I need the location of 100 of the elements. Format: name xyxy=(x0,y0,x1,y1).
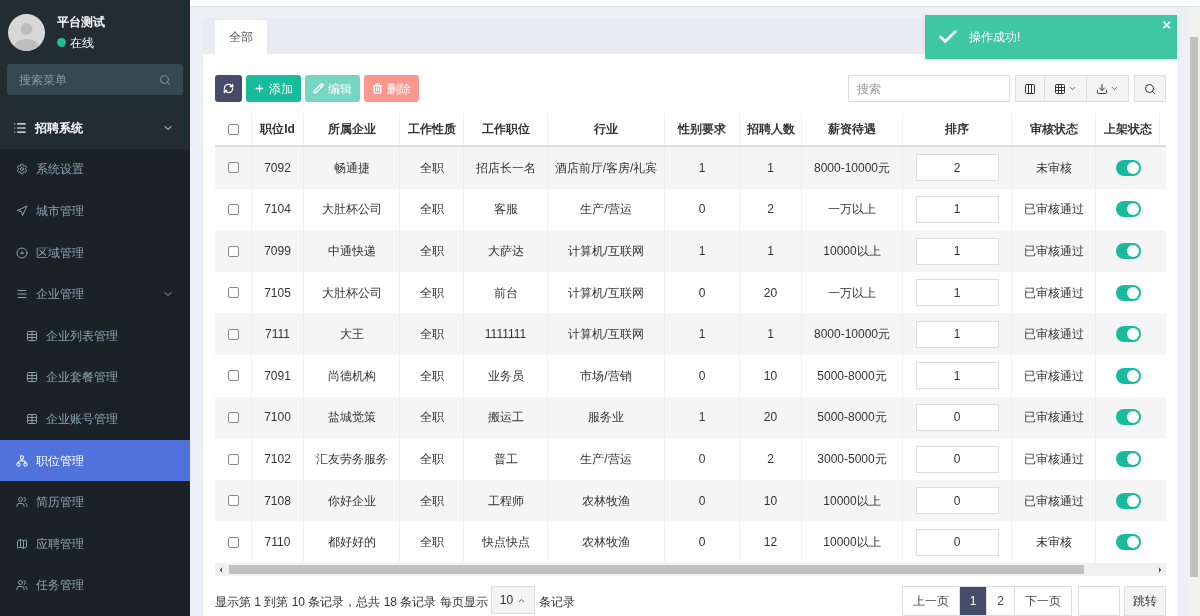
menu-icon xyxy=(16,288,28,301)
row-checkbox[interactable] xyxy=(227,495,239,507)
map-icon xyxy=(16,537,28,550)
column-header: 薪资待遇 xyxy=(802,113,903,146)
sort-field[interactable]: 0 xyxy=(915,403,999,431)
sort-field[interactable]: 1 xyxy=(915,362,999,390)
sort-field[interactable]: 1 xyxy=(915,279,999,307)
tab[interactable]: 全部 xyxy=(215,20,267,55)
trash-icon xyxy=(372,83,383,95)
table-cell: 7092 xyxy=(252,147,304,189)
columns-icon xyxy=(1024,82,1036,95)
table-cell: 1 xyxy=(665,147,740,189)
jump-button[interactable]: 跳转 xyxy=(1124,586,1166,616)
records-summary: 条记录 xyxy=(539,594,576,611)
row-checkbox[interactable] xyxy=(227,245,239,257)
sort-field[interactable]: 0 xyxy=(915,487,999,515)
table-cell: 7099 xyxy=(252,230,304,272)
page-jump-field[interactable] xyxy=(1078,586,1120,616)
status-switch[interactable] xyxy=(1115,201,1141,218)
refresh-icon xyxy=(223,83,234,95)
menu-item[interactable]: 应聘管理 xyxy=(0,522,190,565)
sort-field[interactable]: 1 xyxy=(915,237,999,265)
sort-field[interactable]: 0 xyxy=(915,445,999,473)
menu-item[interactable]: 城市管理 xyxy=(0,190,190,232)
vertical-scrollbar[interactable] xyxy=(1188,7,1200,616)
table-icon xyxy=(26,329,38,342)
status-switch[interactable] xyxy=(1115,367,1141,384)
users-icon xyxy=(16,579,28,592)
status-switch[interactable] xyxy=(1115,451,1141,467)
menu-item[interactable]: 系统设置 xyxy=(0,148,190,191)
page-size-dropdown[interactable]: 10 xyxy=(490,586,536,614)
sort-field[interactable]: 1 xyxy=(915,195,999,223)
sort-field[interactable]: 0 xyxy=(915,528,999,556)
table-cell: 已审核通过 xyxy=(1012,438,1096,480)
toggle-view-button[interactable] xyxy=(1015,75,1045,103)
horizontal-scrollbar[interactable] xyxy=(215,563,1166,576)
row-checkbox[interactable] xyxy=(227,328,239,340)
row-checkbox[interactable] xyxy=(227,203,239,215)
status-switch[interactable] xyxy=(1115,284,1141,301)
menu-search-field[interactable]: 搜索菜单 xyxy=(7,64,183,95)
menu-item[interactable]: 职位管理 xyxy=(0,439,190,482)
menu-item[interactable]: 企业列表管理 xyxy=(0,314,190,357)
columns-dropdown-button[interactable] xyxy=(1045,75,1087,103)
menu-item[interactable]: 区域管理 xyxy=(0,231,190,274)
gears-icon xyxy=(16,163,28,176)
column-header: 审核状态 xyxy=(1012,113,1096,146)
row-checkbox[interactable] xyxy=(227,453,239,465)
refresh-button[interactable] xyxy=(215,75,242,103)
status-switch[interactable] xyxy=(1115,159,1141,176)
menu-item[interactable]: 简历管理 xyxy=(0,481,190,523)
menu-item[interactable]: 企业管理 xyxy=(0,273,190,315)
row-checkbox[interactable] xyxy=(227,411,239,423)
sitemap-icon xyxy=(16,454,28,467)
table-cell: 1 xyxy=(740,147,802,189)
page-button[interactable]: 上一页 xyxy=(901,586,960,616)
toast-message: 操作成功! xyxy=(969,29,1022,46)
table-cell: 1 xyxy=(740,230,802,272)
column-header: 工作性质 xyxy=(400,113,464,146)
search-icon xyxy=(159,74,171,86)
row-checkbox[interactable] xyxy=(227,162,239,174)
search-button[interactable] xyxy=(1134,75,1166,103)
status-switch[interactable] xyxy=(1115,492,1141,509)
table-icon xyxy=(26,412,38,425)
row-checkbox[interactable] xyxy=(227,287,239,299)
column-header: 性别要求 xyxy=(665,113,740,146)
navigation-arrow-icon xyxy=(16,205,28,217)
page-button[interactable]: 2 xyxy=(986,586,1015,616)
status-switch[interactable] xyxy=(1115,243,1141,260)
disc-icon xyxy=(16,246,28,259)
grid-icon xyxy=(1054,82,1066,95)
scroll-right-icon[interactable] xyxy=(1156,565,1164,574)
table-icon xyxy=(26,371,38,384)
table-cell: 招店长一名 xyxy=(464,147,548,189)
select-all-checkbox[interactable] xyxy=(227,123,239,135)
menu-item[interactable]: 企业账号管理 xyxy=(0,398,190,440)
users-icon xyxy=(16,496,28,509)
menu-header[interactable]: 招聘系统 xyxy=(0,107,190,149)
records-summary: 显示第 1 到第 10 条记录，总共 18 条记录 每页显示 xyxy=(215,594,488,611)
row-checkbox[interactable] xyxy=(227,536,239,548)
status-switch[interactable] xyxy=(1115,534,1141,551)
table-cell: 尚德机构 xyxy=(304,355,400,397)
pencil-icon xyxy=(313,83,324,95)
menu-item[interactable]: 任务管理 xyxy=(0,564,190,607)
table-search-field[interactable]: 搜索 xyxy=(848,75,1010,103)
menu-item[interactable]: 企业套餐管理 xyxy=(0,356,190,399)
row-checkbox[interactable] xyxy=(227,370,239,382)
sort-field[interactable]: 1 xyxy=(915,320,999,348)
column-header: 工作职位 xyxy=(464,113,548,146)
table-cell: 市场/营销 xyxy=(548,355,665,397)
table-cell: 3000-5000元 xyxy=(802,438,903,480)
status-switch[interactable] xyxy=(1115,409,1141,426)
download-icon xyxy=(1096,82,1108,95)
plus-icon xyxy=(254,83,265,95)
scroll-left-icon[interactable] xyxy=(217,565,225,574)
sort-field[interactable]: 2 xyxy=(915,154,999,182)
table-cell: 1 xyxy=(665,230,740,272)
table-cell: 畅通捷 xyxy=(304,147,400,189)
page-button[interactable]: 下一页 xyxy=(1014,586,1072,616)
user-name: 平台测试 xyxy=(57,13,105,31)
status-switch[interactable] xyxy=(1115,326,1141,343)
